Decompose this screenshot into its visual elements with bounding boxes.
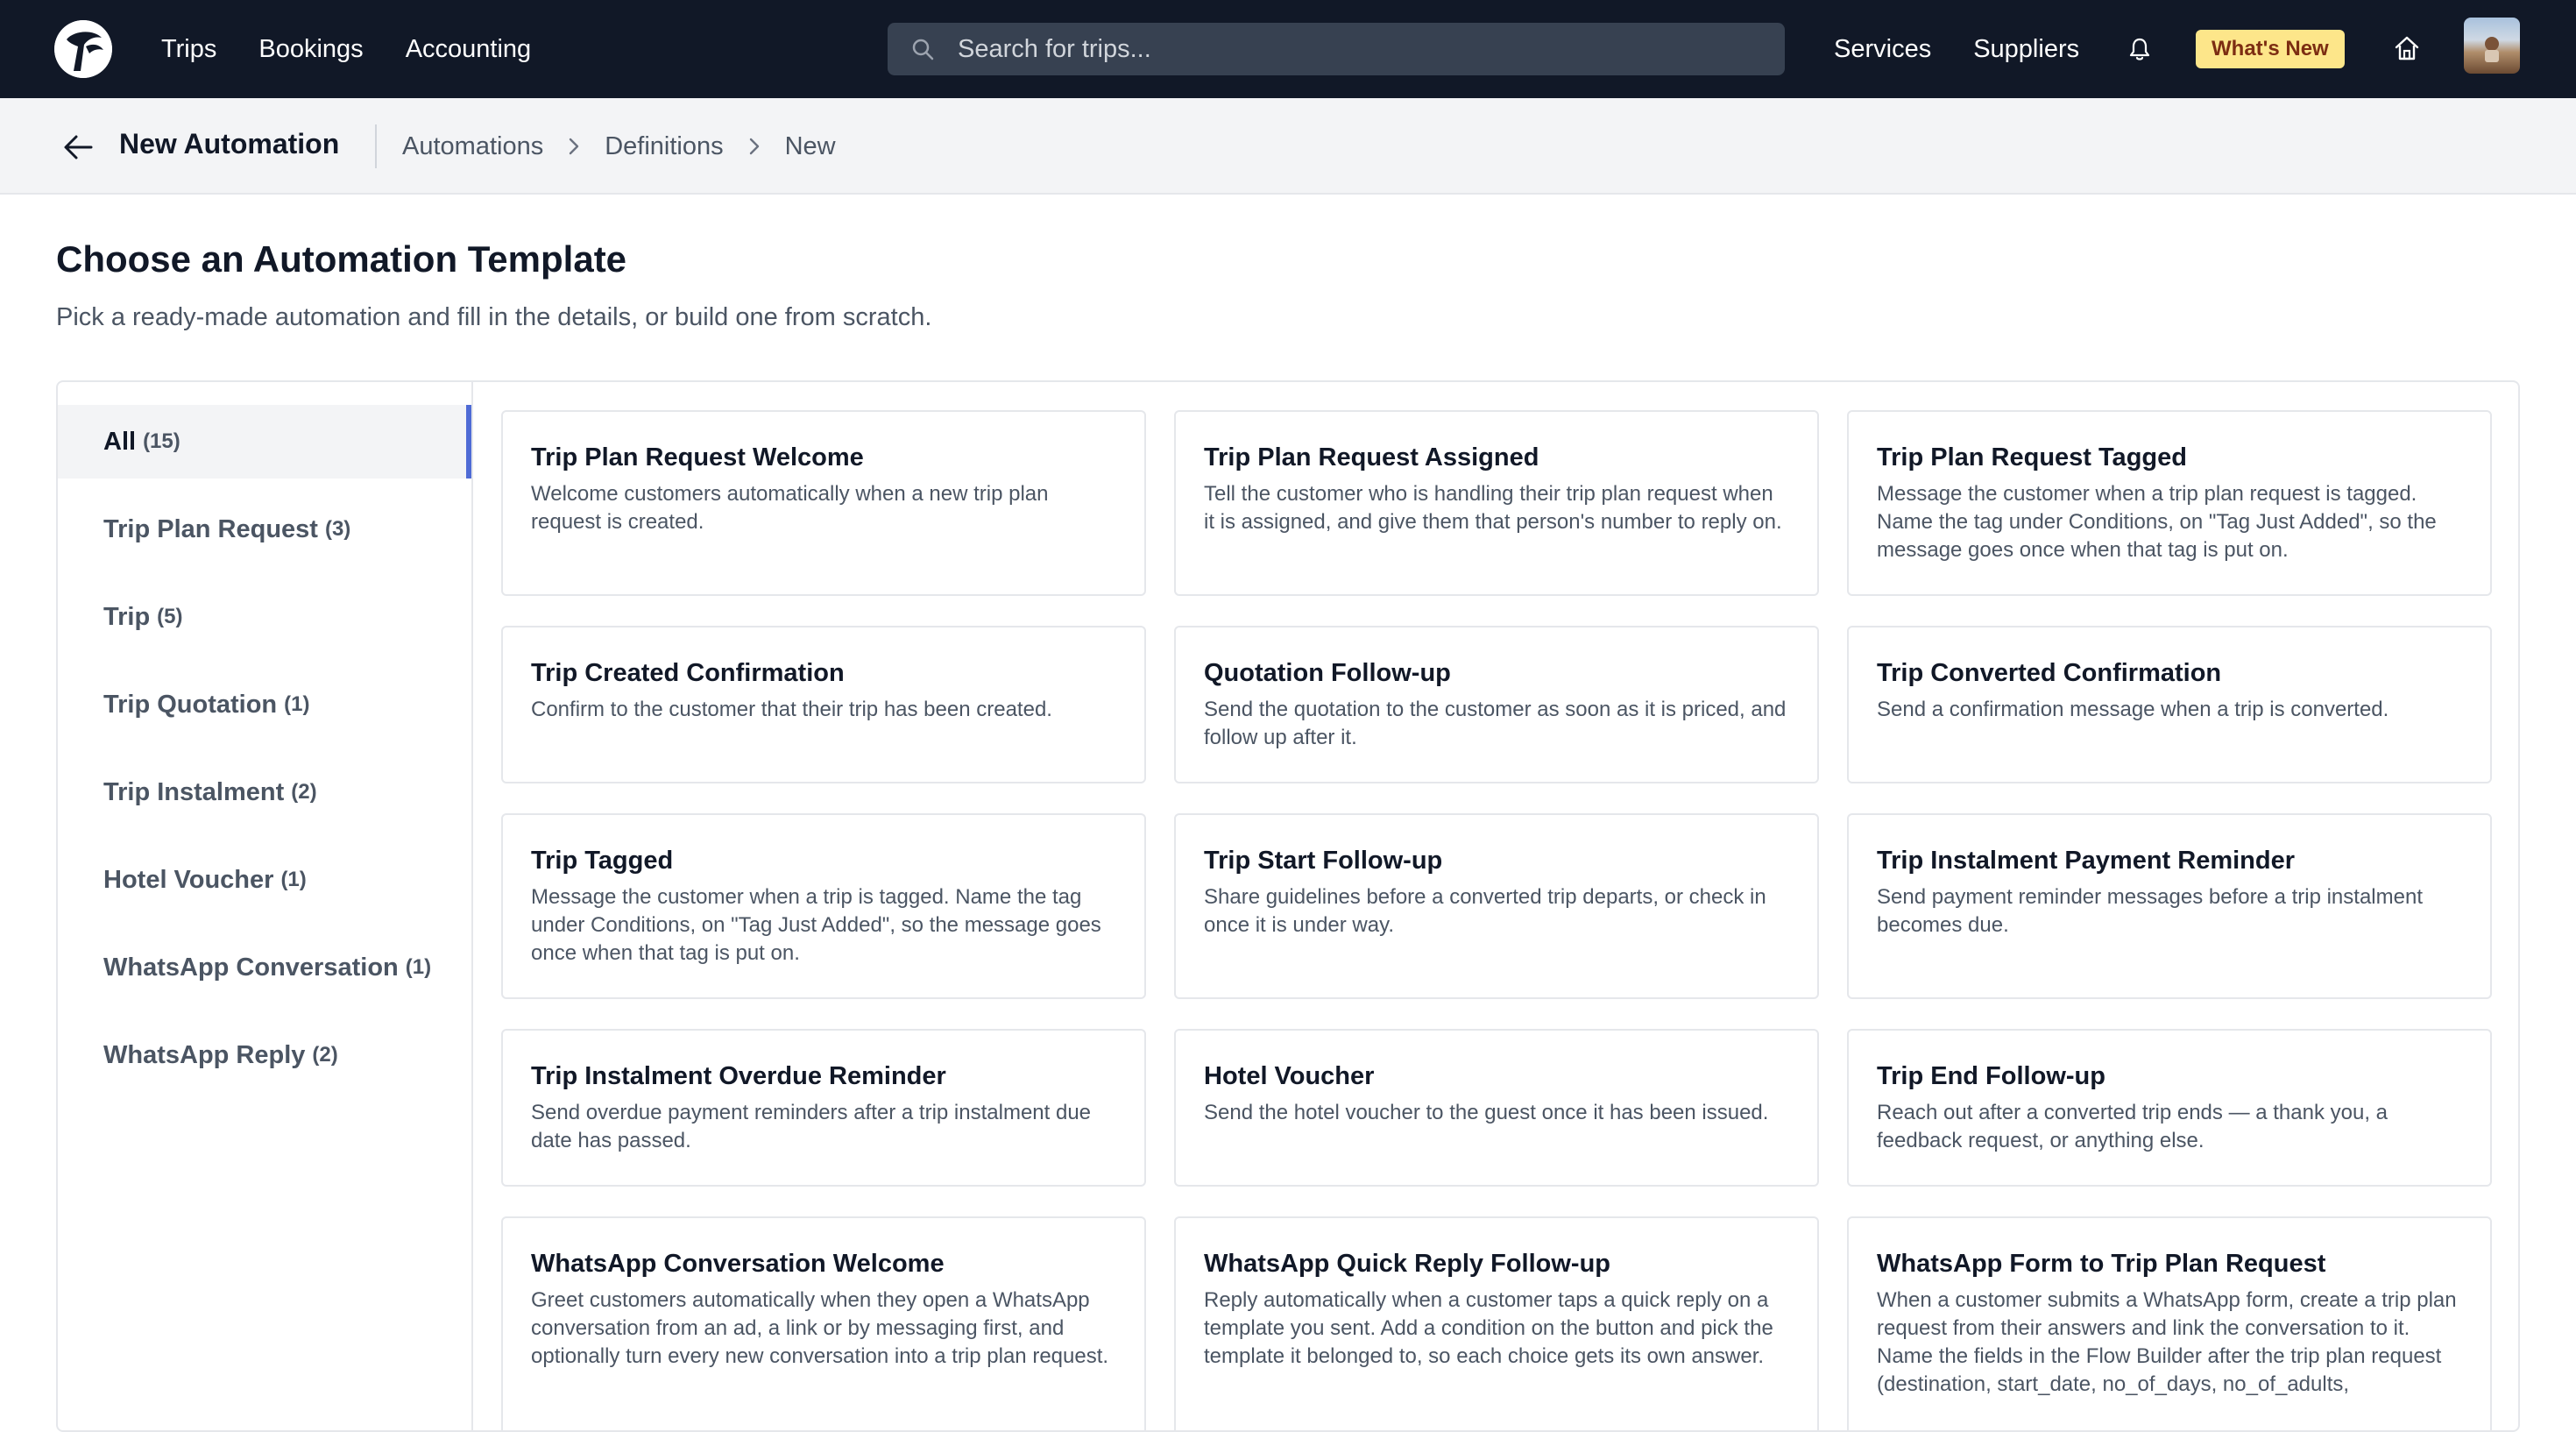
category-label: Hotel Voucher [103,865,274,894]
template-title: Trip Plan Request Welcome [531,443,864,471]
nav-trips[interactable]: Trips [161,35,216,64]
template-title: WhatsApp Form to Trip Plan Request [1877,1250,2326,1278]
category-label: Trip Instalment [103,777,285,806]
template-description: Reply automatically when a customer taps… [1204,1288,1773,1368]
search-input[interactable] [958,23,1764,75]
category-whatsapp-reply[interactable]: WhatsApp Reply (2) [58,1018,471,1092]
category-count: (1) [405,955,432,979]
category-trip-plan-request[interactable]: Trip Plan Request (3) [58,493,471,566]
page-title: Choose an Automation Template [56,238,627,280]
bell-icon[interactable] [2126,35,2154,63]
template-card[interactable]: Trip End Follow-up Reach out after a con… [1847,1029,2492,1187]
search-bar [888,23,1785,75]
template-title: Trip Plan Request Assigned [1204,443,1539,471]
template-card[interactable]: Trip Instalment Overdue Reminder Send ov… [501,1029,1146,1187]
category-count: (1) [284,692,310,716]
template-card[interactable]: WhatsApp Quick Reply Follow-up Reply aut… [1174,1216,1819,1430]
category-count: (5) [157,605,183,628]
template-title: Trip Converted Confirmation [1877,659,2222,687]
category-label: WhatsApp Reply [103,1040,306,1069]
category-whatsapp-conversation[interactable]: WhatsApp Conversation (1) [58,931,471,1004]
template-card[interactable]: Trip Plan Request Welcome Welcome custom… [501,410,1146,596]
template-description: Send the hotel voucher to the guest once… [1204,1101,1769,1124]
page-header-title: New Automation [119,128,340,160]
breadcrumb: Automations Definitions New [402,98,836,195]
template-title: Trip End Follow-up [1877,1062,2105,1090]
category-trip-quotation[interactable]: Trip Quotation (1) [58,668,471,741]
template-description: Tell the customer who is handling their … [1204,482,1782,534]
chevron-right-icon [570,138,579,155]
template-description: Message the customer when a trip plan re… [1877,482,2437,562]
template-description: Welcome customers automatically when a n… [531,482,1049,534]
home-icon[interactable] [2392,33,2422,63]
template-description: When a customer submits a WhatsApp form,… [1877,1288,2457,1396]
template-card[interactable]: Trip Start Follow-up Share guidelines be… [1174,813,1819,999]
category-label: All [103,427,137,456]
template-description: Send a confirmation message when a trip … [1877,698,2389,721]
category-trip-instalment[interactable]: Trip Instalment (2) [58,755,471,829]
template-title: Hotel Voucher [1204,1062,1375,1090]
whats-new-button[interactable]: What's New [2196,30,2345,68]
template-card[interactable]: Trip Plan Request Tagged Message the cus… [1847,410,2492,596]
template-description: Share guidelines before a converted trip… [1204,885,1766,937]
breadcrumb-definitions[interactable]: Definitions [605,132,723,161]
template-card[interactable]: Trip Instalment Payment Reminder Send pa… [1847,813,2492,999]
category-count: (1) [280,868,307,891]
category-trip[interactable]: Trip (5) [58,580,471,654]
category-count: (2) [291,780,317,804]
template-description: Send overdue payment reminders after a t… [531,1101,1092,1152]
template-title: WhatsApp Conversation Welcome [531,1250,945,1278]
template-description: Message the customer when a trip is tagg… [531,885,1101,965]
category-sidebar: All (15) Trip Plan Request (3) Trip (5) … [58,382,473,1430]
template-card[interactable]: Trip Converted Confirmation Send a confi… [1847,626,2492,783]
user-avatar[interactable] [2464,18,2520,74]
category-count: (2) [312,1043,338,1067]
category-label: Trip Plan Request [103,514,318,543]
category-all[interactable]: All (15) [58,405,471,479]
template-description: Reach out after a converted trip ends — … [1877,1101,2388,1152]
template-description: Greet customers automatically when they … [531,1288,1109,1368]
category-label: Trip Quotation [103,690,278,719]
category-label: WhatsApp Conversation [103,953,399,982]
category-label: Trip [103,602,151,631]
category-count: (3) [324,517,351,541]
template-description: Confirm to the customer that their trip … [531,698,1052,721]
template-card[interactable]: Quotation Follow-up Send the quotation t… [1174,626,1819,783]
template-description: Send payment reminder messages before a … [1877,885,2423,937]
template-title: Trip Instalment Overdue Reminder [531,1062,946,1090]
search-icon [912,39,934,60]
template-title: Trip Tagged [531,847,674,875]
top-navbar: Trips Bookings Accounting Services Suppl… [0,0,2576,98]
template-title: Trip Plan Request Tagged [1877,443,2187,471]
template-title: Trip Created Confirmation [531,659,845,687]
template-description: Send the quotation to the customer as so… [1204,698,1787,749]
template-card[interactable]: WhatsApp Conversation Welcome Greet cust… [501,1216,1146,1430]
back-arrow-icon[interactable] [61,130,96,165]
template-card[interactable]: WhatsApp Form to Trip Plan Request When … [1847,1216,2492,1430]
nav-services[interactable]: Services [1834,35,1931,64]
page-header: New Automation Automations Definitions N… [0,98,2576,195]
nav-accounting[interactable]: Accounting [406,35,532,64]
nav-bookings[interactable]: Bookings [258,35,363,64]
brand-logo-icon[interactable] [54,20,112,78]
breadcrumb-automations[interactable]: Automations [402,132,543,161]
template-card[interactable]: Trip Tagged Message the customer when a … [501,813,1146,999]
template-title: Quotation Follow-up [1204,659,1451,687]
category-count: (15) [143,429,180,453]
template-title: Trip Start Follow-up [1204,847,1443,875]
template-card[interactable]: Hotel Voucher Send the hotel voucher to … [1174,1029,1819,1187]
template-card[interactable]: Trip Created Confirmation Confirm to the… [501,626,1146,783]
breadcrumb-new: New [784,131,836,160]
template-title: Trip Instalment Payment Reminder [1877,847,2296,875]
secondary-nav: Services Suppliers [1834,0,2079,98]
template-title: WhatsApp Quick Reply Follow-up [1204,1250,1610,1278]
primary-nav: Trips Bookings Accounting [161,0,531,98]
chevron-right-icon [749,138,759,155]
template-picker: All (15) Trip Plan Request (3) Trip (5) … [56,380,2520,1432]
header-divider [375,124,377,168]
nav-suppliers[interactable]: Suppliers [1973,35,2079,64]
template-card[interactable]: Trip Plan Request Assigned Tell the cust… [1174,410,1819,596]
category-hotel-voucher[interactable]: Hotel Voucher (1) [58,843,471,917]
page-subtitle: Pick a ready-made automation and fill in… [56,303,932,331]
